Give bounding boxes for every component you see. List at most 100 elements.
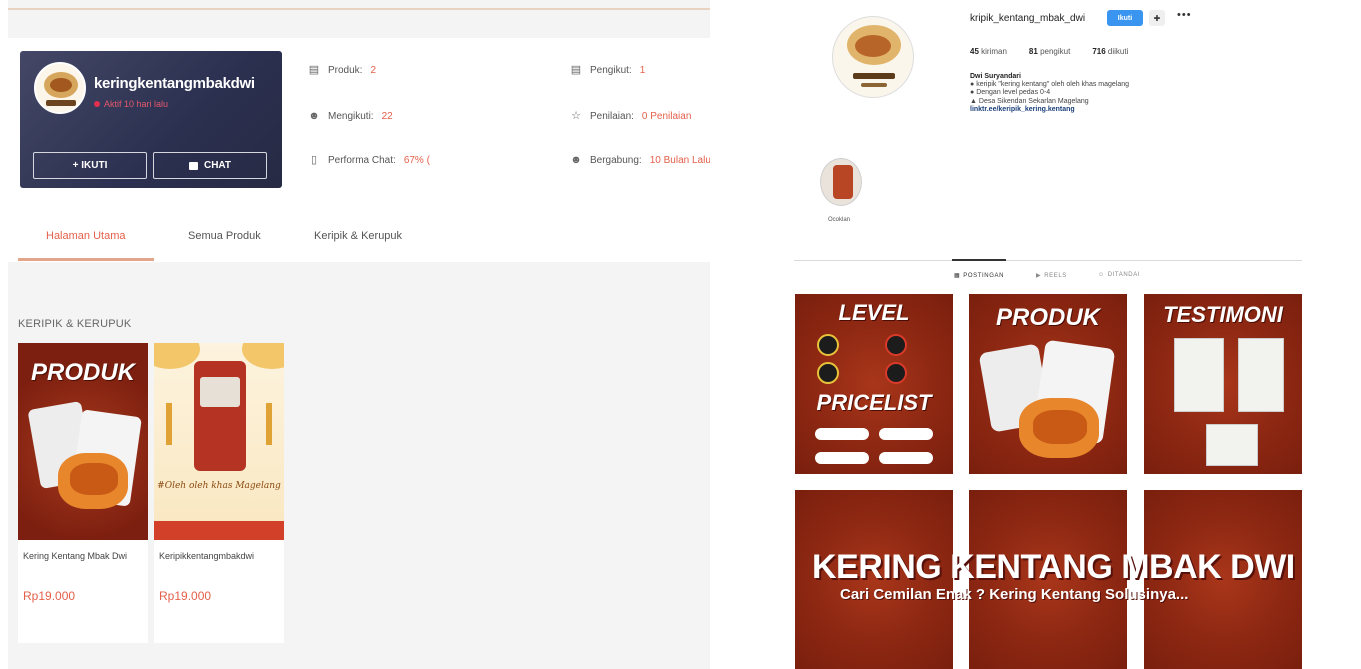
suggest-user-button[interactable]: ✚: [1149, 10, 1165, 26]
profile-username: kripik_kentang_mbak_dwi: [970, 13, 1086, 24]
bio-line: ● keripik "kering kentang" oleh oleh kha…: [970, 81, 1129, 89]
product-card[interactable]: #Oleh oleh khas Magelang Keripikkentangm…: [154, 343, 284, 643]
stat-penilaian-value: 0 Penilaian: [641, 110, 692, 122]
post-title: PRODUK: [995, 304, 1100, 331]
tab-reels-label: REELS: [1044, 272, 1067, 279]
stat-mengikuti-label: Mengikuti:: [328, 110, 374, 122]
product-name[interactable]: Kering Kentang Mbak Dwi: [23, 551, 127, 561]
profile-avatar[interactable]: [832, 16, 914, 98]
product-card[interactable]: PRODUK Kering Kentang Mbak Dwi Rp19.000: [18, 343, 148, 643]
following-count-value: 716: [1092, 47, 1106, 56]
user-joined-icon: ☻: [570, 154, 582, 166]
tab-ditandai[interactable]: ☺ DITANDAI: [1098, 272, 1140, 278]
stat-pengikut-value: 1: [639, 64, 646, 76]
post-title: TESTIMONI: [1163, 302, 1283, 327]
chat-icon: [188, 161, 198, 170]
tab-postingan-label: POSTINGAN: [963, 272, 1005, 279]
bio-line: ● Dengan level pedas 0-4: [970, 89, 1129, 97]
tab-halaman-utama[interactable]: Halaman Utama: [46, 230, 125, 242]
product-image-title: PRODUK: [30, 359, 135, 386]
add-user-icon: ✚: [1153, 13, 1161, 23]
followers-icon: ▤: [570, 64, 582, 76]
shop-name: keringkentangmbakdwi: [94, 75, 255, 92]
product-price: Rp19.000: [159, 589, 212, 603]
follow-button[interactable]: Ikuti: [1107, 10, 1143, 26]
tab-semua-produk[interactable]: Semua Produk: [188, 230, 261, 242]
chat-button[interactable]: CHAT: [153, 152, 267, 179]
stat-produk: ▤ Produk: 2: [308, 64, 376, 76]
banner-subtitle: Cari Cemilan Enak ? Kering Kentang Solus…: [840, 586, 1189, 603]
instagram-profile: kripik_kentang_mbak_dwi Ikuti ✚ ••• 45 k…: [712, 0, 1361, 669]
shop-profile-card: keringkentangmbakdwi Aktif 10 hari lalu …: [20, 51, 282, 188]
grid-icon: ▦: [954, 273, 961, 279]
tab-keripik-kerupuk[interactable]: Keripik & Kerupuk: [314, 230, 402, 242]
posts-count[interactable]: 45 kiriman: [970, 47, 1007, 56]
post-title: LEVEL: [838, 300, 910, 325]
shop-avatar[interactable]: [34, 62, 86, 114]
stat-mengikuti-value: 22: [381, 110, 393, 122]
post-tile[interactable]: TESTIMONI: [1144, 294, 1302, 474]
stat-performa-chat: ▯ Performa Chat: 67% (: [308, 154, 430, 166]
tab-reels[interactable]: ▶ REELS: [1036, 272, 1067, 280]
product-image-caption: #Oleh oleh khas Magelang: [157, 481, 281, 491]
bio-line-text: Dengan level pedas 0-4: [976, 89, 1051, 97]
bio-line-text: Desa Sikendan Sekarlan Magelang: [978, 97, 1089, 105]
stat-penilaian: ☆ Penilaian: 0 Penilaian: [570, 110, 691, 122]
stat-pengikut: ▤ Pengikut: 1: [570, 64, 645, 76]
shop-header: keringkentangmbakdwi Aktif 10 hari lalu …: [8, 38, 710, 262]
shop-page: keringkentangmbakdwi Aktif 10 hari lalu …: [8, 0, 710, 669]
product-image[interactable]: #Oleh oleh khas Magelang: [154, 343, 284, 540]
profile-bio: Dwi Suryandari ● keripik "kering kentang…: [970, 73, 1129, 114]
product-image[interactable]: PRODUK: [18, 343, 148, 540]
emoji-icon: ●: [970, 81, 975, 89]
user-icon: ☻: [308, 110, 320, 122]
tab-ditandai-label: DITANDAI: [1107, 272, 1141, 278]
status-dot-icon: [94, 101, 100, 107]
status-text: Aktif 10 hari lalu: [104, 99, 169, 109]
bio-line: ▲ Desa Sikendan Sekarlan Magelang: [970, 98, 1129, 106]
story-highlight-label: Ocoklan: [828, 217, 851, 223]
story-highlight[interactable]: [820, 158, 862, 206]
more-options-icon[interactable]: •••: [1177, 9, 1192, 21]
stat-produk-label: Produk:: [328, 64, 363, 76]
tabs-divider: [794, 260, 1302, 261]
profile-counts: 45 kiriman 81 pengikut 716 diikuti: [970, 47, 1128, 56]
product-price: Rp19.000: [23, 589, 76, 603]
top-divider: [8, 8, 710, 10]
stat-bergabung-value: 10 Bulan Lalu: [649, 154, 710, 166]
bio-name: Dwi Suryandari: [970, 73, 1021, 80]
stat-mengikuti: ☻ Mengikuti: 22: [308, 110, 393, 122]
chat-button-label: CHAT: [203, 160, 232, 171]
followers-count[interactable]: 81 pengikut: [1029, 47, 1070, 56]
store-icon: ▤: [308, 64, 320, 76]
star-icon: ☆: [571, 110, 581, 122]
stat-penilaian-label: Penilaian:: [590, 110, 634, 122]
followers-count-value: 81: [1028, 47, 1038, 56]
bio-link[interactable]: linktr.ee/keripik_kering.kentang: [970, 106, 1129, 114]
follow-button[interactable]: + IKUTI: [33, 152, 147, 179]
banner-title: KERING KENTANG MBAK DWI: [812, 548, 1295, 586]
shop-active-status: Aktif 10 hari lalu: [94, 99, 168, 109]
posts-count-label: kiriman: [981, 47, 1007, 56]
location-icon: ▲: [970, 97, 977, 105]
stat-pengikut-label: Pengikut:: [590, 64, 632, 76]
tab-postingan[interactable]: ▦ POSTINGAN: [954, 272, 1005, 280]
followers-count-label: pengikut: [1040, 47, 1071, 56]
following-count-label: diikuti: [1107, 47, 1129, 56]
active-tab-indicator: [952, 259, 1006, 261]
product-name[interactable]: Keripikkentangmbakdwi: [159, 551, 254, 561]
post-tile[interactable]: PRODUK: [969, 294, 1127, 474]
stat-produk-value: 2: [370, 64, 377, 76]
section-title: KERIPIK & KERUPUK: [18, 318, 132, 330]
emoji-icon: ●: [970, 89, 975, 97]
reels-icon: ▶: [1036, 273, 1042, 279]
chat-bubble-icon: ▯: [310, 154, 318, 166]
active-tab-indicator: [18, 258, 154, 261]
stat-performa-value: 67% (: [403, 154, 430, 166]
stat-bergabung: ☻ Bergabung: 10 Bulan Lalu: [570, 154, 710, 166]
tagged-icon: ☺: [1098, 272, 1105, 278]
post-tile[interactable]: LEVEL PRICELIST: [795, 294, 953, 474]
post-subtitle: PRICELIST: [816, 390, 932, 415]
posts-count-value: 45: [970, 47, 979, 56]
following-count[interactable]: 716 diikuti: [1092, 47, 1128, 56]
